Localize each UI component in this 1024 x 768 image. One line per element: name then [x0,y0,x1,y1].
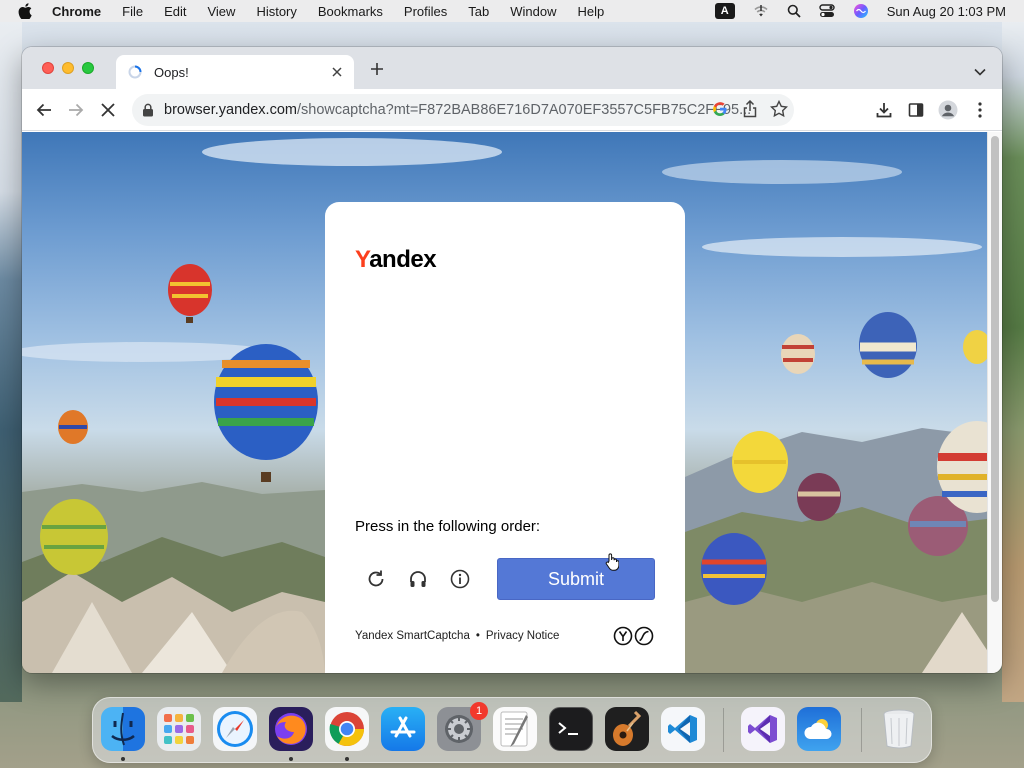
footer-separator: • [475,630,480,642]
menu-help[interactable]: Help [578,4,605,19]
menu-history[interactable]: History [256,4,296,19]
dock: 1 [92,697,932,763]
balloon [168,264,212,323]
close-tab-icon[interactable] [328,63,346,81]
balloon [781,334,815,374]
spotlight-search-icon[interactable] [787,4,801,18]
chrome-icon[interactable] [325,707,369,751]
captcha-submit-button[interactable]: Submit [497,558,655,600]
balloon [58,410,88,444]
address-bar[interactable]: browser.yandex.com/showcaptcha?mt=F872BA… [132,94,794,126]
launchpad-icon[interactable] [157,707,201,751]
balloon [859,312,917,378]
audio-captcha-headphones-icon[interactable] [407,568,429,590]
scrollbar-thumb[interactable] [991,136,999,602]
side-panel-icon[interactable] [906,100,926,120]
captcha-info-icon[interactable] [449,568,471,590]
menu-window[interactable]: Window [510,4,556,19]
tab-active[interactable]: Oops! [116,55,354,89]
balloon [214,344,318,482]
balloon [732,431,788,493]
browser-window: Oops! browser.yandex.com/showcaptcha?mt=… [22,47,1002,673]
finder-icon[interactable] [101,707,145,751]
profile-avatar-icon[interactable] [938,100,958,120]
menu-clock[interactable]: Sun Aug 20 1:03 PM [887,4,1006,19]
textedit-icon[interactable] [493,707,537,751]
chrome-running-indicator [345,757,349,761]
menu-file[interactable]: File [122,4,143,19]
control-center-icon[interactable] [819,4,835,18]
balloon [701,533,767,605]
menu-bookmarks[interactable]: Bookmarks [318,4,383,19]
menu-edit[interactable]: Edit [164,4,186,19]
apple-menu-icon[interactable] [18,3,36,19]
smartcaptcha-logo-icon [613,626,655,646]
balloon [40,499,108,575]
menu-profiles[interactable]: Profiles [404,4,447,19]
menu-bar: Chrome File Edit View History Bookmarks … [0,0,1024,22]
tab-search-chevron-icon[interactable] [974,63,988,76]
bookmark-star-icon[interactable] [769,99,789,118]
privacy-notice-link[interactable]: Privacy Notice [486,630,560,642]
menu-view[interactable]: View [207,4,235,19]
system-settings-badge: 1 [470,702,488,720]
captcha-instruction: Press in the following order: [355,518,541,535]
dock-separator [723,708,724,752]
smartcaptcha-card: Yandex Press in the following order: Sub… [325,202,685,673]
garageband-icon[interactable] [605,707,649,751]
share-icon[interactable] [742,99,760,118]
menu-tab[interactable]: Tab [468,4,489,19]
close-window-button[interactable] [42,62,54,74]
stop-loading-button[interactable] [98,100,118,120]
weather-icon[interactable] [797,707,841,751]
yandex-logo: Yandex [355,246,437,273]
loading-favicon-icon [128,64,144,80]
tab-strip: Oops! [22,47,1002,89]
wifi-icon[interactable] [753,4,769,18]
hand-pointer-cursor-icon [605,553,619,571]
window-controls [42,62,94,74]
safari-icon[interactable] [213,707,257,751]
dock-separator-trash [861,708,862,752]
app-store-icon[interactable] [381,707,425,751]
zoom-window-button[interactable] [82,62,94,74]
page-scrollbar[interactable] [987,132,1002,673]
balloon [797,473,841,521]
browser-toolbar: browser.yandex.com/showcaptcha?mt=F872BA… [22,89,1002,131]
input-source-indicator[interactable]: A [714,3,735,19]
desktop-wallpaper-left [0,22,22,702]
page-background-balloons: Yandex Press in the following order: Sub… [22,132,1002,673]
menu-app-name[interactable]: Chrome [52,4,101,19]
siri-icon[interactable] [853,3,869,19]
terminal-icon[interactable] [549,707,593,751]
desktop-wallpaper-right [1002,22,1024,702]
lock-icon[interactable] [142,103,156,117]
google-lens-icon[interactable] [712,101,730,119]
vscode-icon[interactable] [661,707,705,751]
trash-icon[interactable] [877,707,921,751]
firefox-icon[interactable] [269,707,313,751]
new-tab-button[interactable] [368,61,386,79]
forward-button[interactable] [66,100,86,120]
smartcaptcha-brand-link[interactable]: Yandex SmartCaptcha [355,630,470,642]
finder-running-indicator [121,757,125,761]
captcha-footer: Yandex SmartCaptcha • Privacy Notice [355,630,559,642]
back-button[interactable] [34,100,54,120]
tab-title: Oops! [154,64,189,80]
downloads-icon[interactable] [874,100,894,120]
visual-studio-icon[interactable] [741,707,785,751]
chrome-menu-icon[interactable] [970,100,990,120]
minimize-window-button[interactable] [62,62,74,74]
url-text[interactable]: browser.yandex.com/showcaptcha?mt=F872BA… [164,102,751,118]
url-path: /showcaptcha?mt=F872BAB86E716D7A070EF355… [296,102,752,118]
firefox-running-indicator [289,757,293,761]
refresh-captcha-icon[interactable] [365,568,387,590]
url-host: browser.yandex.com [164,102,297,118]
